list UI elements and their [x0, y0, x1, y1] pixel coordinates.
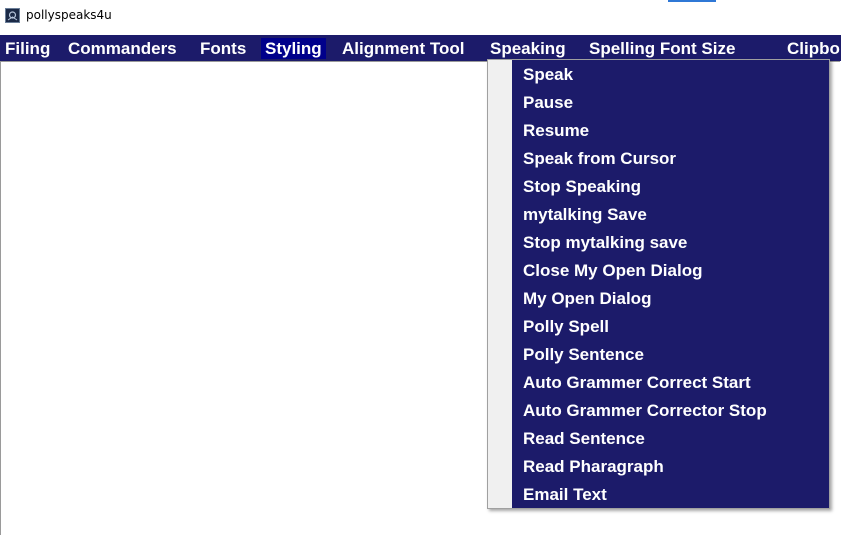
- menu-item-auto-grammer-correct-start[interactable]: Auto Grammer Correct Start: [512, 369, 829, 397]
- menu-fonts[interactable]: Fonts: [196, 38, 250, 59]
- menu-item-speak-from-cursor[interactable]: Speak from Cursor: [512, 145, 829, 173]
- menu-item-pause[interactable]: Pause: [512, 89, 829, 117]
- menu-item-polly-sentence[interactable]: Polly Sentence: [512, 341, 829, 369]
- menu-speaking[interactable]: Speaking: [486, 38, 570, 59]
- menu-item-read-pharagraph[interactable]: Read Pharagraph: [512, 453, 829, 481]
- menu-styling[interactable]: Styling: [261, 38, 326, 59]
- menu-item-close-my-open-dialog[interactable]: Close My Open Dialog: [512, 257, 829, 285]
- menu-item-mytalking-save[interactable]: mytalking Save: [512, 201, 829, 229]
- menu-item-speak[interactable]: Speak: [512, 61, 829, 89]
- speaking-menu-items: Speak Pause Resume Speak from Cursor Sto…: [512, 60, 829, 508]
- menu-item-resume[interactable]: Resume: [512, 117, 829, 145]
- menu-item-my-open-dialog[interactable]: My Open Dialog: [512, 285, 829, 313]
- speaking-dropdown-menu: Speak Pause Resume Speak from Cursor Sto…: [487, 59, 830, 509]
- title-bar: pollyspeaks4u: [0, 0, 841, 34]
- app-icon[interactable]: [5, 8, 20, 23]
- title-accent-line: [668, 0, 716, 2]
- menu-alignment-tool[interactable]: Alignment Tool: [338, 38, 468, 59]
- menu-item-stop-speaking[interactable]: Stop Speaking: [512, 173, 829, 201]
- menu-item-stop-mytalking-save[interactable]: Stop mytalking save: [512, 229, 829, 257]
- menu-bar: Filing Commanders Fonts Styling Alignmen…: [0, 35, 841, 61]
- menu-spelling-font-size[interactable]: Spelling Font Size: [585, 38, 739, 59]
- menu-commanders[interactable]: Commanders: [64, 38, 181, 59]
- menu-item-read-sentence[interactable]: Read Sentence: [512, 425, 829, 453]
- menu-item-email-text[interactable]: Email Text: [512, 481, 829, 509]
- menu-filing[interactable]: Filing: [1, 38, 54, 59]
- menu-item-polly-spell[interactable]: Polly Spell: [512, 313, 829, 341]
- menu-clipboard[interactable]: Clipbo: [783, 38, 841, 59]
- window-title: pollyspeaks4u: [26, 8, 112, 22]
- menu-item-auto-grammer-corrector-stop[interactable]: Auto Grammer Corrector Stop: [512, 397, 829, 425]
